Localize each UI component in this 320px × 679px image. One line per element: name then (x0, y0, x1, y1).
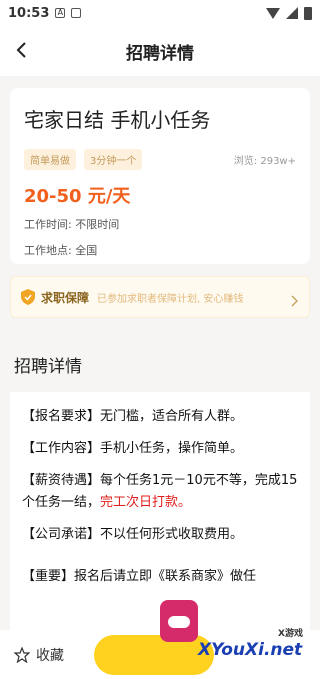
tag-duration: 3分钟一个 (84, 149, 143, 170)
app-notification-icon: A (55, 8, 66, 18)
top-nav: 招聘详情 (0, 26, 320, 76)
signal-icon (286, 7, 298, 19)
star-icon (14, 646, 30, 663)
gamepad-logo-icon (160, 600, 198, 642)
detail-requirement: 【报名要求】无门槛，适合所有人群。 (22, 409, 244, 424)
wifi-icon (266, 7, 280, 19)
favorite-label: 收藏 (36, 647, 64, 664)
chevron-right-icon (289, 292, 299, 307)
status-bar: 10:53 A (0, 0, 320, 26)
watermark-top: X游戏 (278, 629, 303, 639)
guarantee-label: 求职保障 (41, 290, 90, 305)
salary: 20-50 元/天 (24, 186, 131, 207)
work-time: 工作时间: 不限时间 (24, 218, 120, 231)
back-button[interactable] (12, 40, 32, 60)
detail-pay-highlight: 完工次日打款。 (100, 495, 192, 510)
tag-row: 简单易做 3分钟一个 浏览: 293w+ (24, 149, 296, 170)
view-count: 浏览: 293w+ (233, 156, 296, 167)
status-time: 10:53 (8, 5, 50, 21)
battery-icon (304, 6, 312, 20)
tag-easy: 简单易做 (24, 149, 76, 170)
job-detail: 【报名要求】无门槛，适合所有人群。 【工作内容】手机小任务，操作简单。 【薪资待… (10, 392, 310, 632)
watermark-main: XYouXi.net (198, 640, 303, 660)
status-icons (266, 6, 312, 20)
work-place: 工作地点: 全国 (24, 244, 98, 257)
watermark: X游戏 XYouXi.net (150, 600, 320, 670)
detail-promise: 【公司承诺】不以任何形式收取费用。 (22, 527, 244, 542)
job-card: 宅家日结 手机小任务 简单易做 3分钟一个 浏览: 293w+ 20-50 元/… (10, 88, 310, 264)
chevron-left-icon (16, 42, 26, 58)
page-title: 招聘详情 (126, 43, 194, 64)
job-guarantee-banner[interactable]: 求职保障 已参加求职者保障计划, 安心赚钱 (10, 276, 310, 318)
detail-content: 【工作内容】手机小任务，操作简单。 (22, 441, 244, 456)
guarantee-desc: 已参加求职者保障计划, 安心赚钱 (97, 293, 244, 305)
favorite-button[interactable]: 收藏 (14, 645, 64, 665)
detail-important: 【重要】报名后请立即《联系商家》做任 (22, 569, 257, 584)
job-title: 宅家日结 手机小任务 (24, 108, 211, 132)
detail-pay: 【薪资待遇】每个任务1元－10元不等，完成15个任务一结，完工次日打款。 (22, 470, 298, 514)
section-title: 招聘详情 (14, 357, 82, 377)
sim-icon (71, 8, 82, 18)
shield-icon (21, 289, 35, 305)
